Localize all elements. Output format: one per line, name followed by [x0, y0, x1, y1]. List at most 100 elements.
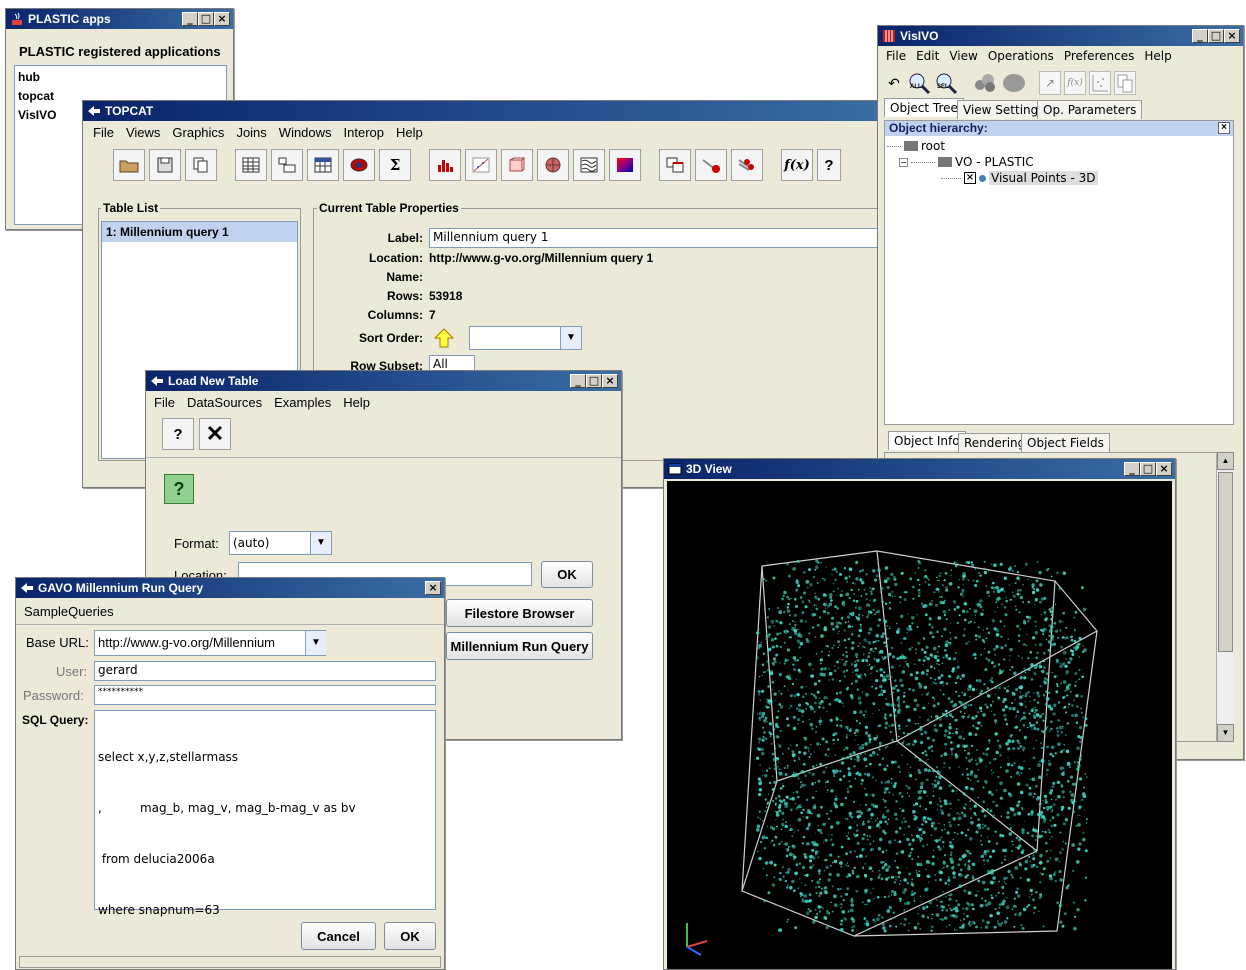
- topcat-title-bar[interactable]: TOPCAT: [83, 101, 901, 121]
- table-tool-icon[interactable]: [1114, 71, 1136, 95]
- list-item[interactable]: 1: Millennium query 1: [102, 222, 297, 242]
- stacked-lines-icon[interactable]: [573, 149, 605, 181]
- sort-direction-icon[interactable]: [433, 327, 455, 352]
- menu-preferences[interactable]: Preferences: [1064, 49, 1135, 63]
- ok-button[interactable]: OK: [384, 922, 436, 950]
- sphere-plot-icon[interactable]: [537, 149, 569, 181]
- table-data-icon[interactable]: [235, 149, 267, 181]
- tab-object-info[interactable]: Object Info: [888, 431, 966, 450]
- view3d-title-bar[interactable]: 3D View _ □ ×: [664, 459, 1175, 479]
- millennium-run-query-button[interactable]: Millennium Run Query: [446, 632, 593, 660]
- minimize-icon[interactable]: _: [570, 374, 586, 388]
- close-icon[interactable]: ×: [1218, 122, 1230, 134]
- close-icon[interactable]: ×: [1156, 462, 1172, 476]
- tree-visual-points[interactable]: × Visual Points - 3D: [941, 171, 1098, 185]
- tab-object-fields[interactable]: Object Fields: [1021, 433, 1110, 452]
- close-icon[interactable]: ×: [214, 12, 230, 26]
- menu-file[interactable]: File: [93, 125, 114, 140]
- menu-help[interactable]: Help: [1144, 49, 1171, 63]
- minimize-icon[interactable]: _: [1192, 29, 1208, 43]
- menu-examples[interactable]: Examples: [274, 395, 331, 410]
- close-icon[interactable]: ✕: [199, 418, 231, 450]
- label-input[interactable]: Millennium query 1: [429, 228, 901, 248]
- histogram-icon[interactable]: [429, 149, 461, 181]
- density-map-icon[interactable]: [609, 149, 641, 181]
- maximize-icon[interactable]: □: [1140, 462, 1156, 476]
- minimize-icon[interactable]: _: [1124, 462, 1140, 476]
- collapse-icon[interactable]: −: [899, 157, 908, 167]
- point: [884, 602, 888, 606]
- menu-joins[interactable]: Joins: [236, 125, 266, 140]
- columns-icon[interactable]: [271, 149, 303, 181]
- sample-queries-menu[interactable]: SampleQueries: [24, 604, 114, 619]
- duplicate-icon[interactable]: [185, 149, 217, 181]
- close-icon[interactable]: ×: [425, 581, 441, 595]
- menu-help[interactable]: Help: [343, 395, 370, 410]
- vertical-scrollbar[interactable]: ▲ ▼: [1216, 452, 1234, 742]
- multi-match-icon[interactable]: [731, 149, 763, 181]
- menu-help[interactable]: Help: [396, 125, 423, 140]
- point: [919, 804, 922, 806]
- menu-edit[interactable]: Edit: [916, 49, 939, 63]
- tree-vo-plastic[interactable]: − VO - PLASTIC: [899, 155, 1034, 169]
- menu-view[interactable]: View: [949, 49, 977, 63]
- chevron-down-icon[interactable]: ▼: [560, 327, 581, 349]
- checkbox-icon[interactable]: ×: [964, 172, 976, 184]
- view3d-canvas[interactable]: [667, 481, 1172, 969]
- function-tool-icon[interactable]: f(x): [1064, 71, 1086, 95]
- zoom-all-icon[interactable]: ALL: [907, 71, 931, 95]
- menu-operations[interactable]: Operations: [988, 49, 1054, 63]
- undo-icon[interactable]: ↶: [884, 71, 904, 95]
- cancel-button[interactable]: Cancel: [301, 922, 376, 950]
- point-cloud[interactable]: [667, 481, 1172, 969]
- save-icon[interactable]: [149, 149, 181, 181]
- scatter-tool-icon[interactable]: [1089, 71, 1111, 95]
- plot-3d-icon[interactable]: [501, 149, 533, 181]
- password-input[interactable]: **********: [94, 685, 436, 705]
- menu-interop[interactable]: Interop: [344, 125, 384, 140]
- close-icon[interactable]: ×: [602, 374, 618, 388]
- tab-op-parameters[interactable]: Op. Parameters: [1037, 100, 1143, 119]
- pair-match-icon[interactable]: [695, 149, 727, 181]
- menu-datasources[interactable]: DataSources: [187, 395, 262, 410]
- ok-button[interactable]: OK: [541, 561, 593, 588]
- help-icon[interactable]: ?: [162, 418, 194, 450]
- menu-windows[interactable]: Windows: [279, 125, 332, 140]
- maximize-icon[interactable]: □: [586, 374, 602, 388]
- maximize-icon[interactable]: □: [198, 12, 214, 26]
- plot-2d-icon[interactable]: [465, 149, 497, 181]
- point: [996, 911, 1000, 915]
- filestore-browser-button[interactable]: Filestore Browser: [446, 599, 593, 627]
- sql-query-textarea[interactable]: select x,y,z,stellarmass , mag_b, mag_v,…: [94, 710, 436, 917]
- list-item[interactable]: hub: [18, 68, 223, 87]
- open-folder-icon[interactable]: [113, 149, 145, 181]
- gavo-title-bar[interactable]: GAVO Millennium Run Query ×: [16, 578, 444, 598]
- blob-icon[interactable]: [1001, 71, 1027, 95]
- maximize-icon[interactable]: □: [1208, 29, 1224, 43]
- help-icon[interactable]: ?: [164, 474, 194, 504]
- menu-file[interactable]: File: [154, 395, 175, 410]
- arrow-tool-icon[interactable]: ↗: [1039, 71, 1061, 95]
- subsets-icon[interactable]: [343, 149, 375, 181]
- base-url-select[interactable]: http://www.g-vo.org/Millennium: [94, 630, 326, 656]
- function-icon[interactable]: f(x): [781, 149, 813, 181]
- menu-file[interactable]: File: [886, 49, 906, 63]
- close-icon[interactable]: ×: [1224, 29, 1240, 43]
- visivo-title-bar[interactable]: VisIVO _ □ ×: [878, 26, 1243, 46]
- minimize-icon[interactable]: _: [182, 12, 198, 26]
- load-title-bar[interactable]: Load New Table _ □ ×: [146, 371, 621, 391]
- chevron-down-icon[interactable]: ▼: [305, 631, 326, 655]
- tree-root[interactable]: root: [887, 139, 945, 153]
- zoom-sel-icon[interactable]: SEL: [934, 71, 958, 95]
- tab-object-tree[interactable]: Object Tree: [884, 98, 964, 117]
- menu-views[interactable]: Views: [126, 125, 160, 140]
- sigma-icon[interactable]: Σ: [379, 149, 411, 181]
- menu-graphics[interactable]: Graphics: [172, 125, 224, 140]
- plastic-title-bar[interactable]: PLASTIC apps _ □ ×: [6, 9, 233, 29]
- parameters-icon[interactable]: [307, 149, 339, 181]
- chevron-down-icon[interactable]: ▼: [310, 532, 331, 554]
- user-input[interactable]: gerard: [94, 661, 436, 681]
- help-icon[interactable]: ?: [817, 149, 841, 181]
- objects-icon[interactable]: [972, 71, 998, 95]
- match-table-icon[interactable]: [659, 149, 691, 181]
